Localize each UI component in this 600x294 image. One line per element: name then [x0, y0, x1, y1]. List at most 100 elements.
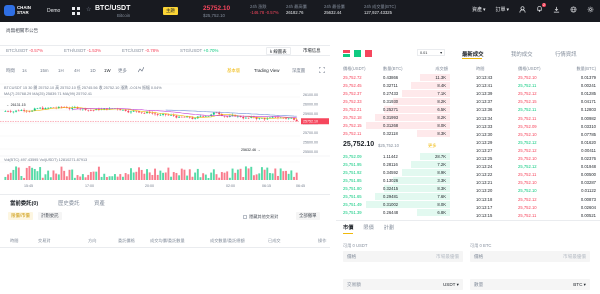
timeframe-15m[interactable]: 15m — [40, 68, 49, 73]
timeframe-4h[interactable]: 4H — [74, 68, 80, 73]
tab-plan[interactable]: 計劃 — [384, 224, 394, 231]
orderbook-total: 8.0K — [437, 202, 446, 207]
chart-mode-depth[interactable]: 深度圖 — [292, 68, 305, 74]
orderbook-more-link[interactable]: 更多 — [428, 143, 436, 149]
orderbook-row[interactable]: 25,752.09 1.11442 28.7K — [336, 153, 450, 160]
timeframe-1d[interactable]: 1D — [90, 68, 96, 73]
tab-market[interactable]: 市價 — [343, 224, 353, 231]
chart-mode-tradingview[interactable]: Trading View — [254, 68, 279, 73]
orderbook-amount: 0.13026 — [383, 178, 399, 183]
candle-body — [191, 117, 194, 119]
demo-label[interactable]: Demo — [47, 8, 60, 14]
orderbook-row[interactable]: 25,751.65 0.29481 7.6K — [336, 193, 450, 200]
orderbook-row[interactable]: 25,752.15 0.31268 8.0K — [336, 122, 450, 129]
ticker-symbol: ETH/USDT — [64, 48, 86, 53]
volume-bar — [199, 177, 202, 180]
grid-menu-icon[interactable] — [72, 7, 80, 15]
orderbook-row[interactable]: 25,752.21 0.25271 6.5K — [336, 106, 450, 113]
hide-other-pairs[interactable]: 隱藏其他交易對 — [243, 214, 278, 220]
orderbook-asks-icon[interactable] — [365, 50, 372, 57]
tab-limit[interactable]: 限價 — [363, 224, 373, 231]
precision-select[interactable]: 0.01 ▾ — [417, 49, 445, 56]
checkbox[interactable] — [243, 215, 247, 219]
tab-market-info[interactable]: 行情資訊 — [555, 50, 577, 58]
orderbook-row[interactable]: 25,752.11 0.32118 8.3K — [336, 130, 450, 137]
orderbook-price: 25,752.33 — [343, 99, 362, 104]
buy-price-input[interactable]: 價格 市場最優價 — [343, 251, 463, 262]
ticker-item[interactable]: BTC/USDT -0.57% — [6, 48, 43, 53]
trade-row: 10:13:17 25,752.10 0.02604 — [476, 204, 596, 212]
trade-time: 10:13:15 — [476, 212, 493, 218]
orderbook-row[interactable]: 25,752.18 0.31993 8.2K — [336, 114, 450, 121]
orderbook-amount: 0.29481 — [383, 194, 399, 199]
timeframe-more[interactable]: 更多 — [118, 68, 127, 74]
volume-bar — [4, 176, 7, 180]
candle-body — [33, 108, 36, 111]
tab-latest-trades[interactable]: 最新成交 — [462, 50, 484, 58]
chart-toolbar: 時間 1s 15m 1H 4H 1D 1W 更多 基本版 Trading Vie… — [0, 64, 330, 76]
orderbook-price: 25,752.18 — [343, 115, 362, 120]
orderbook-bids-icon[interactable] — [354, 50, 361, 57]
filter-limit-market[interactable]: 限價/市價 — [8, 212, 33, 220]
trade-price: 25,752.10 — [518, 180, 537, 186]
announcement-text[interactable]: 尚無相關市公告 — [6, 28, 38, 34]
orderbook-row[interactable]: 25,752.37 0.27433 7.1K — [336, 90, 450, 97]
ticker-item[interactable]: ETC/USDT -0.78% — [122, 48, 159, 53]
orderbook-row[interactable]: 25,751.80 0.32415 8.3K — [336, 185, 450, 192]
kline-chart-button[interactable]: k 線圖表 — [266, 47, 291, 55]
favorite-star-icon[interactable]: ☆ — [86, 6, 91, 13]
timeframe-1s[interactable]: 1s — [22, 68, 27, 73]
theme-badge[interactable]: 主題 — [163, 7, 178, 15]
orderbook-row[interactable]: 25,751.49 0.31002 8.0K — [336, 201, 450, 208]
orderbook-row[interactable]: 25,751.92 0.34592 8.9K — [336, 169, 450, 176]
logo[interactable] — [4, 5, 15, 16]
settings-icon[interactable] — [587, 6, 594, 13]
tab-open-orders[interactable]: 當前委託(0) — [10, 199, 38, 207]
chart-mode-basic[interactable]: 基本版 — [227, 68, 240, 74]
pair-title[interactable]: BTC/USDT — [95, 5, 130, 12]
download-icon[interactable] — [553, 6, 560, 13]
ticker-symbol: ETC/USDT — [122, 48, 144, 53]
orderbook-row[interactable]: 25,751.95 0.28116 7.2K — [336, 161, 450, 168]
assets-button[interactable]: 資產 ▾ — [472, 6, 486, 14]
fullscreen-icon[interactable] — [319, 67, 325, 73]
orders-button[interactable]: 訂單 ▾ — [495, 6, 509, 14]
orderbook-row[interactable]: 25,752.72 0.43866 11.3K — [336, 74, 450, 81]
volume-bar — [76, 175, 79, 180]
candle-body — [295, 119, 298, 122]
tab-order-history[interactable]: 歷史委託 — [58, 199, 80, 207]
market-info-button[interactable]: 市場信息 — [300, 47, 324, 55]
cancel-all-button[interactable]: 全部撤單 — [296, 212, 320, 220]
orderbook-row[interactable]: 25,752.33 0.31930 8.2K — [336, 98, 450, 105]
orderbook-row[interactable]: 25,751.85 0.13026 3.3K — [336, 177, 450, 184]
orderbook-row[interactable]: 25,752.45 0.32711 8.4K — [336, 82, 450, 89]
sell-qty-input[interactable]: 數量 BTC ▾ — [470, 279, 590, 290]
amount-unit[interactable]: USDT ▾ — [443, 282, 459, 288]
qty-unit[interactable]: BTC ▾ — [573, 282, 586, 288]
tab-assets[interactable]: 資產 — [94, 199, 105, 207]
globe-icon[interactable] — [570, 6, 577, 13]
stat-value: 26182.76 — [286, 10, 304, 15]
volume-bar — [293, 176, 295, 180]
filter-plan[interactable]: 計劃委託 — [38, 212, 62, 220]
volume-bar — [31, 167, 34, 180]
timeframe-1h[interactable]: 1H — [58, 68, 64, 73]
orderbook-both-icon[interactable] — [343, 50, 350, 57]
timeframe-time[interactable]: 時間 — [6, 68, 15, 74]
user-icon[interactable] — [519, 6, 526, 13]
ticker-item[interactable]: ETH/USDT -1.53% — [64, 48, 101, 53]
volume-bar — [73, 177, 76, 180]
notification-button[interactable]: 2 — [536, 3, 546, 14]
ticker-item[interactable]: STG/USDT +0.70% — [180, 48, 218, 53]
orderbook-row[interactable]: 25,751.39 0.26448 6.8K — [336, 209, 450, 216]
sell-price-input[interactable]: 價格 市場最優價 — [470, 251, 590, 262]
timeframe-1w[interactable]: 1W — [104, 68, 111, 73]
candle-body — [7, 111, 9, 112]
trade-row: 10:13:15 25,752.11 0.00521 — [476, 212, 596, 220]
buy-amount-input[interactable]: 交易額 USDT ▾ — [343, 279, 463, 290]
tab-my-trades[interactable]: 我的成交 — [511, 50, 533, 58]
indicator-icon[interactable] — [138, 67, 144, 73]
price-chart[interactable]: 26100.0026000.0025900.0025800.0025700.00… — [0, 76, 330, 191]
volume-bar — [81, 174, 84, 180]
candle-body — [154, 113, 156, 115]
